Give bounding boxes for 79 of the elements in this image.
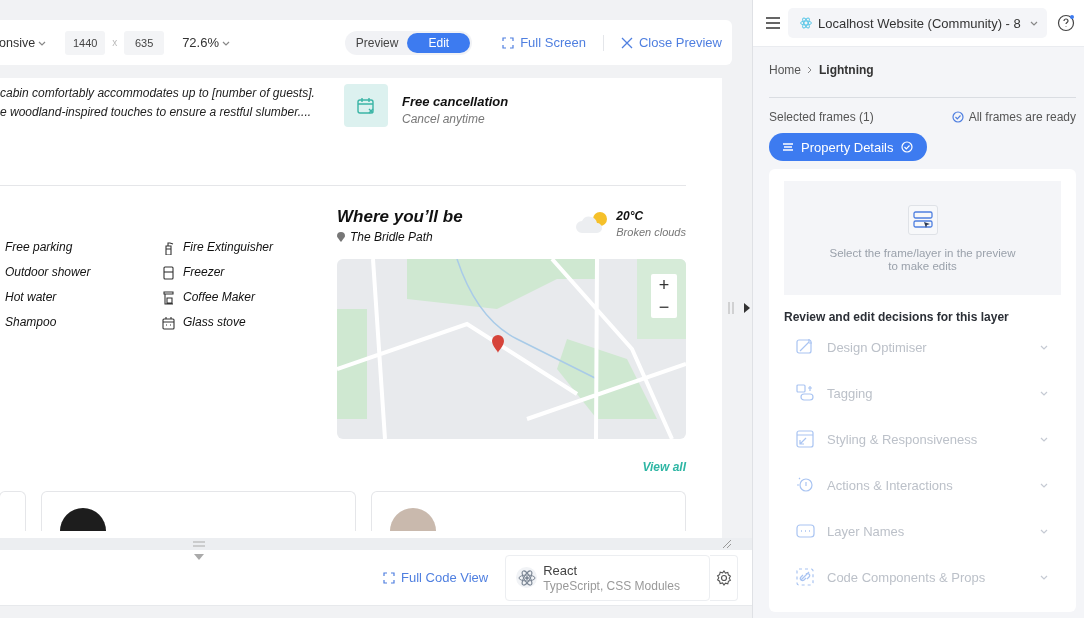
amenity-label: Free parking bbox=[5, 239, 74, 256]
zoom-dropdown[interactable]: 72.6% bbox=[182, 35, 231, 50]
full-code-view-button[interactable]: Full Code View bbox=[383, 570, 489, 585]
calendar-x-icon bbox=[356, 95, 376, 116]
framework-selector[interactable]: React TypeScript, CSS Modules bbox=[505, 554, 711, 601]
coffee-maker-icon bbox=[162, 290, 175, 305]
chevron-down-icon bbox=[1039, 481, 1049, 489]
framework-stack: TypeScript, CSS Modules bbox=[543, 578, 680, 593]
menu-icon bbox=[766, 17, 780, 29]
link-icon bbox=[796, 568, 815, 586]
cancellation-title: Free cancellation bbox=[402, 94, 509, 109]
breadcrumb-link[interactable]: Lightning bbox=[819, 63, 874, 77]
help-button[interactable] bbox=[1057, 14, 1075, 32]
cursor-frame-icon bbox=[912, 211, 933, 229]
close-icon bbox=[620, 36, 633, 49]
resize-icon bbox=[796, 430, 815, 448]
section-heading: Review and edit decisions for this layer bbox=[784, 310, 1010, 324]
zoom-out-button[interactable]: − bbox=[651, 296, 677, 318]
framework-name: React bbox=[543, 562, 579, 578]
extinguisher-icon bbox=[162, 240, 175, 255]
atom-icon bbox=[517, 568, 536, 587]
chevron-down-icon bbox=[1039, 343, 1049, 351]
close-preview-button[interactable]: Close Preview bbox=[620, 35, 722, 50]
amenity-label: Hot water bbox=[5, 289, 58, 306]
amenity-label: Shampoo bbox=[5, 314, 58, 331]
expand-icon bbox=[383, 571, 395, 584]
amenity-label: Outdoor shower bbox=[5, 264, 92, 281]
resize-corner-icon bbox=[722, 539, 732, 549]
view-all-link[interactable]: View all bbox=[642, 460, 686, 474]
check-circle-icon bbox=[901, 141, 914, 153]
mode-tab[interactable]: Edit bbox=[407, 32, 471, 53]
drag-handle-icon bbox=[193, 541, 205, 547]
amenity-label: Freezer bbox=[183, 264, 225, 281]
tag-icon bbox=[796, 384, 815, 402]
atom-icon bbox=[800, 17, 812, 29]
list-icon bbox=[783, 142, 793, 152]
breadcrumb-link[interactable]: Home bbox=[769, 63, 801, 77]
settings-button[interactable] bbox=[710, 554, 739, 601]
interaction-icon bbox=[796, 476, 815, 494]
section-title: Where you’ll be bbox=[337, 207, 463, 227]
temperature: 20°C bbox=[616, 209, 645, 223]
chevron-right-icon bbox=[807, 66, 813, 74]
weather-label: Broken clouds bbox=[616, 226, 686, 238]
fridge-icon bbox=[162, 265, 175, 280]
drag-handle-icon bbox=[728, 302, 734, 314]
settings-icon bbox=[715, 569, 732, 586]
expand-icon bbox=[502, 36, 515, 49]
project-dropdown[interactable]: Localhost Website (Community) - 8 bbox=[788, 8, 1047, 38]
caret-right-icon bbox=[744, 303, 750, 313]
description-text: e woodland-inspired touches to ensure a restful slumber.... bbox=[0, 104, 313, 121]
mode-tab[interactable]: Preview bbox=[346, 32, 408, 53]
cancellation-subtitle: Cancel anytime bbox=[402, 112, 486, 126]
menu-button[interactable] bbox=[766, 17, 780, 29]
width-field[interactable]: 1440 bbox=[65, 30, 106, 55]
height-field[interactable]: 635 bbox=[124, 30, 165, 55]
chevron-down-icon bbox=[1029, 19, 1039, 27]
caret-down-icon bbox=[194, 554, 204, 560]
selected-frames-label: Selected frames (1) bbox=[769, 110, 874, 124]
times-label: x bbox=[112, 37, 118, 48]
zoom-in-button[interactable]: + bbox=[651, 274, 677, 296]
description-text: cabin comfortably accommodates up to [number of guests]. bbox=[0, 85, 316, 102]
amenity-label: Coffee Maker bbox=[183, 289, 256, 306]
place-label: The Bridle Path bbox=[350, 230, 433, 244]
stove-icon bbox=[162, 315, 175, 330]
chevron-down-icon bbox=[1039, 435, 1049, 443]
location-pin-icon bbox=[337, 232, 345, 242]
empty-state-text: Select the frame/layer in the preview to make edits bbox=[829, 247, 1016, 273]
full-screen-button[interactable]: Full Screen bbox=[502, 35, 586, 50]
chevron-down-icon bbox=[1039, 389, 1049, 397]
check-circle-icon bbox=[951, 111, 964, 123]
amenity-label: Glass stove bbox=[183, 314, 246, 331]
frame-chip[interactable]: Property Details bbox=[769, 133, 928, 161]
device-dropdown[interactable]: onsive bbox=[0, 35, 48, 50]
chevron-down-icon bbox=[1039, 573, 1049, 581]
dots-tag-icon bbox=[796, 522, 815, 540]
frames-status: All frames are ready bbox=[968, 110, 1076, 124]
amenity-label: Fire Extinguisher bbox=[183, 239, 274, 256]
help-icon bbox=[1057, 14, 1075, 32]
chevron-down-icon bbox=[1039, 527, 1049, 535]
